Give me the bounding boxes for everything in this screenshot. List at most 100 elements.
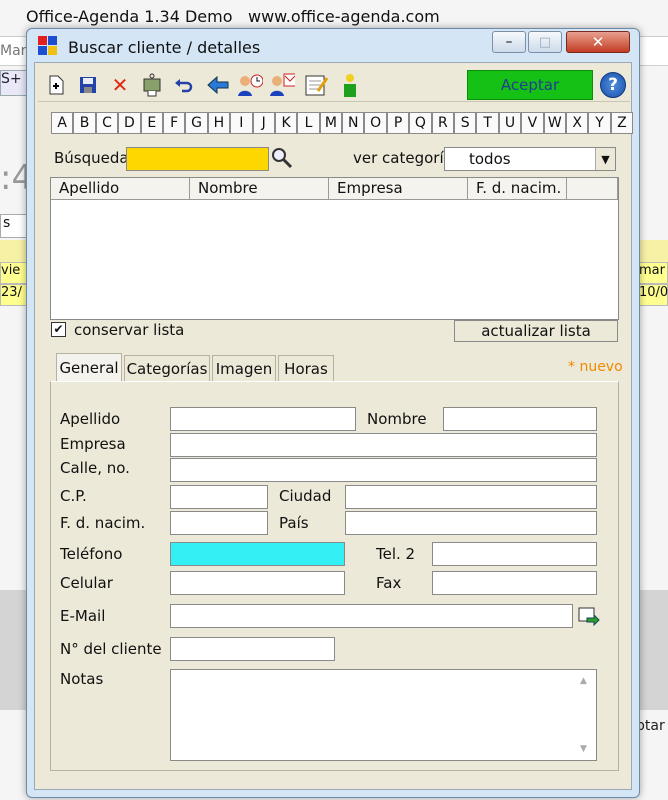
app-icon — [38, 36, 60, 56]
nacim-input[interactable] — [170, 511, 268, 535]
telefono-input[interactable] — [170, 542, 345, 566]
letter-button-v[interactable]: V — [521, 112, 544, 134]
delete-icon[interactable]: ✕ — [106, 70, 134, 100]
letter-button-l[interactable]: L — [297, 112, 320, 134]
letter-button-d[interactable]: D — [118, 112, 141, 134]
search-input[interactable] — [126, 147, 269, 171]
notas-textarea[interactable]: ▲ ▼ — [170, 669, 597, 761]
tab-horas[interactable]: Horas — [278, 355, 334, 382]
letter-button-x[interactable]: X — [565, 112, 589, 134]
label-cp: C.P. — [60, 487, 87, 505]
letter-button-s[interactable]: S — [454, 112, 477, 134]
background-app-title: Office-Agenda 1.34 Demo — [26, 7, 233, 26]
maximize-button[interactable]: □ — [528, 31, 562, 53]
label-tel2: Tel. 2 — [376, 545, 416, 563]
cliente-no-input[interactable] — [170, 637, 335, 661]
label-notas: Notas — [60, 670, 104, 688]
dialog-title: Buscar cliente / detalles — [68, 38, 261, 57]
tab-imagen[interactable]: Imagen — [212, 355, 276, 382]
column-header-empty — [567, 178, 618, 200]
letter-button-c[interactable]: C — [95, 112, 119, 134]
keep-list-checkbox[interactable]: ✔ — [51, 322, 66, 337]
background-fragment: mar — [638, 262, 668, 284]
accept-button[interactable]: Aceptar — [467, 70, 593, 100]
letter-button-g[interactable]: G — [185, 112, 208, 134]
people-clock-icon[interactable] — [236, 70, 264, 100]
letter-button-u[interactable]: U — [498, 112, 522, 134]
dropdown-arrow-icon[interactable]: ▼ — [595, 148, 615, 170]
category-label: ver categoría — [353, 149, 453, 167]
tab-general[interactable]: General — [56, 353, 122, 382]
undo-icon[interactable] — [170, 70, 198, 100]
letter-button-j[interactable]: J — [252, 112, 275, 134]
hanger-icon[interactable] — [138, 70, 166, 100]
letter-button-t[interactable]: T — [476, 112, 499, 134]
save-icon[interactable] — [74, 70, 102, 100]
letter-button-e[interactable]: E — [140, 112, 163, 134]
user-green-icon[interactable] — [336, 70, 364, 100]
letter-button-r[interactable]: R — [431, 112, 455, 134]
background-fragment: 10/0 — [638, 284, 668, 306]
search-label: Búsqueda — [54, 149, 129, 167]
column-header-empresa[interactable]: Empresa — [329, 178, 468, 200]
notas-scrollbar[interactable]: ▲ ▼ — [574, 670, 596, 760]
letter-button-p[interactable]: P — [386, 112, 410, 134]
column-header-nacim[interactable]: F. d. nacim. — [468, 178, 567, 200]
nombre-input[interactable] — [443, 407, 597, 431]
pais-input[interactable] — [345, 511, 597, 535]
keep-list-label: conservar lista — [74, 321, 185, 339]
tel2-input[interactable] — [432, 542, 597, 566]
label-fax: Fax — [376, 574, 402, 592]
send-email-icon[interactable] — [578, 606, 600, 628]
label-telefono: Teléfono — [60, 545, 123, 563]
celular-input[interactable] — [170, 571, 345, 595]
calle-input[interactable] — [170, 458, 597, 482]
scroll-down-icon[interactable]: ▼ — [580, 744, 587, 754]
letter-button-k[interactable]: K — [274, 112, 298, 134]
letter-button-i[interactable]: I — [230, 112, 253, 134]
minimize-icon: – — [505, 34, 513, 50]
notepad-icon[interactable] — [302, 70, 330, 100]
label-pais: País — [279, 514, 309, 532]
update-list-button[interactable]: actualizar lista — [454, 320, 618, 342]
magnifier-icon[interactable] — [271, 147, 295, 171]
apellido-input[interactable] — [170, 407, 356, 431]
empresa-input[interactable] — [170, 433, 597, 457]
letter-button-o[interactable]: O — [364, 112, 387, 134]
background-app-url: www.office-agenda.com — [248, 7, 440, 26]
minimize-button[interactable]: – — [492, 31, 526, 53]
tab-categorias[interactable]: Categorías — [124, 355, 210, 382]
email-input[interactable] — [170, 604, 573, 628]
label-nombre: Nombre — [367, 410, 427, 428]
letter-button-h[interactable]: H — [207, 112, 231, 134]
close-button[interactable]: ✕ — [566, 31, 630, 53]
letter-button-q[interactable]: Q — [409, 112, 432, 134]
letter-button-a[interactable]: A — [51, 112, 74, 134]
letter-button-b[interactable]: B — [73, 112, 96, 134]
letter-button-w[interactable]: W — [543, 112, 566, 134]
label-nacim: F. d. nacim. — [60, 514, 146, 532]
letter-button-f[interactable]: F — [162, 112, 186, 134]
new-document-icon[interactable] — [42, 70, 70, 100]
letter-button-m[interactable]: M — [319, 112, 343, 134]
label-celular: Celular — [60, 574, 113, 592]
people-letter-icon[interactable] — [268, 70, 296, 100]
cp-input[interactable] — [170, 485, 268, 509]
alphabet-bar: ABCDEFGHIJKLMNOPQRSTUVWXYZ — [51, 112, 634, 134]
fax-input[interactable] — [432, 571, 597, 595]
back-arrow-icon[interactable] — [204, 70, 232, 100]
label-apellido: Apellido — [60, 410, 121, 428]
background-button: S+ — [0, 70, 28, 96]
background-fragment: s — [0, 214, 28, 238]
column-header-apellido[interactable]: Apellido — [51, 178, 190, 200]
letter-button-y[interactable]: Y — [588, 112, 611, 134]
help-icon[interactable]: ? — [600, 72, 626, 98]
category-select[interactable]: todos ▼ — [444, 147, 616, 171]
background-fragment: S+ — [1, 71, 22, 87]
ciudad-input[interactable] — [345, 485, 597, 509]
column-header-nombre[interactable]: Nombre — [190, 178, 329, 200]
letter-button-n[interactable]: N — [342, 112, 365, 134]
scroll-up-icon[interactable]: ▲ — [580, 676, 587, 686]
maximize-icon: □ — [538, 34, 552, 50]
letter-button-z[interactable]: Z — [610, 112, 634, 134]
